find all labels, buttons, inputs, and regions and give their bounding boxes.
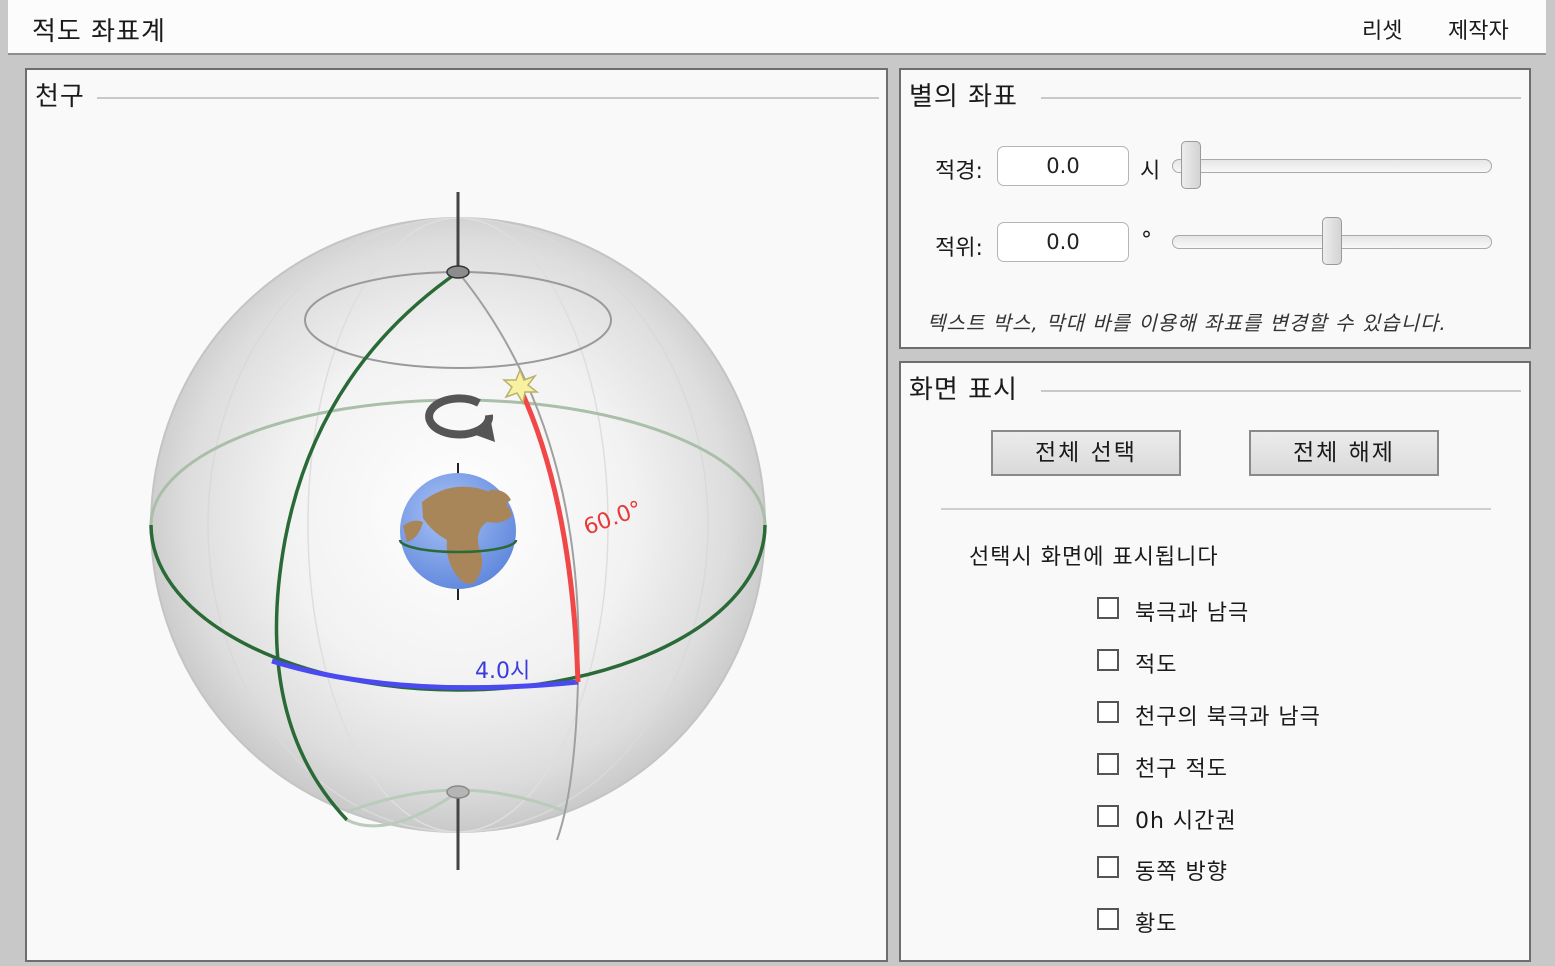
reset-button[interactable]: 리셋: [1362, 13, 1402, 45]
option-label: 동쪽 방향: [1135, 860, 1228, 885]
celestial-sphere-panel: 천구 4.0시 60.0°: [25, 68, 888, 962]
legend-divider: [1041, 97, 1521, 99]
panel-legend: 별의 좌표: [909, 76, 1026, 113]
ra-label: 적경:: [935, 159, 983, 184]
checkbox[interactable]: [1097, 701, 1119, 723]
checkbox[interactable]: [1097, 908, 1119, 930]
star-coordinates-panel: 별의 좌표 적경: 시 적위: ° 텍스트 박스, 막대 바를 이용해 좌표를 …: [899, 68, 1531, 349]
ra-slider[interactable]: [1172, 159, 1492, 173]
checkbox[interactable]: [1097, 649, 1119, 671]
select-all-button[interactable]: 전체 선택: [991, 430, 1181, 476]
option-label: 황도: [1135, 912, 1178, 937]
deselect-all-button[interactable]: 전체 해제: [1249, 430, 1439, 476]
ra-unit: 시: [1140, 159, 1161, 184]
legend-divider: [1041, 390, 1521, 392]
option-label: 천구 적도: [1135, 757, 1228, 782]
celestial-sphere-view[interactable]: 4.0시 60.0°: [27, 70, 886, 960]
app-title: 적도 좌표계: [32, 17, 166, 47]
ra-slider-thumb[interactable]: [1181, 141, 1201, 189]
author-button[interactable]: 제작자: [1448, 13, 1509, 45]
checkbox[interactable]: [1097, 805, 1119, 827]
dec-slider-thumb[interactable]: [1322, 217, 1342, 265]
dec-label: 적위:: [935, 236, 983, 261]
display-subtitle: 선택시 화면에 표시됩니다: [969, 545, 1219, 570]
option-label: 북극과 남극: [1135, 601, 1250, 626]
dec-input[interactable]: [997, 222, 1129, 262]
display-options-panel: 화면 표시 전체 선택 전체 해제 선택시 화면에 표시됩니다 북극과 남극 적…: [899, 361, 1531, 962]
ra-arc-label: 4.0시: [475, 659, 530, 684]
option-label: 0h 시간권: [1135, 809, 1237, 834]
dec-unit: °: [1141, 228, 1152, 253]
earth-icon: [398, 473, 518, 589]
checkbox[interactable]: [1097, 753, 1119, 775]
top-bar: 적도 좌표계 리셋 제작자: [8, 0, 1546, 55]
option-label: 적도: [1135, 653, 1178, 678]
checkbox[interactable]: [1097, 856, 1119, 878]
coordinate-hint: 텍스트 박스, 막대 바를 이용해 좌표를 변경할 수 있습니다.: [927, 311, 1447, 335]
ra-input[interactable]: [997, 146, 1129, 186]
divider: [941, 508, 1491, 510]
checkbox[interactable]: [1097, 597, 1119, 619]
north-celestial-pole: [446, 265, 470, 279]
panel-legend: 화면 표시: [909, 369, 1026, 406]
south-celestial-pole: [446, 785, 470, 799]
option-label: 천구의 북극과 남극: [1135, 705, 1321, 730]
